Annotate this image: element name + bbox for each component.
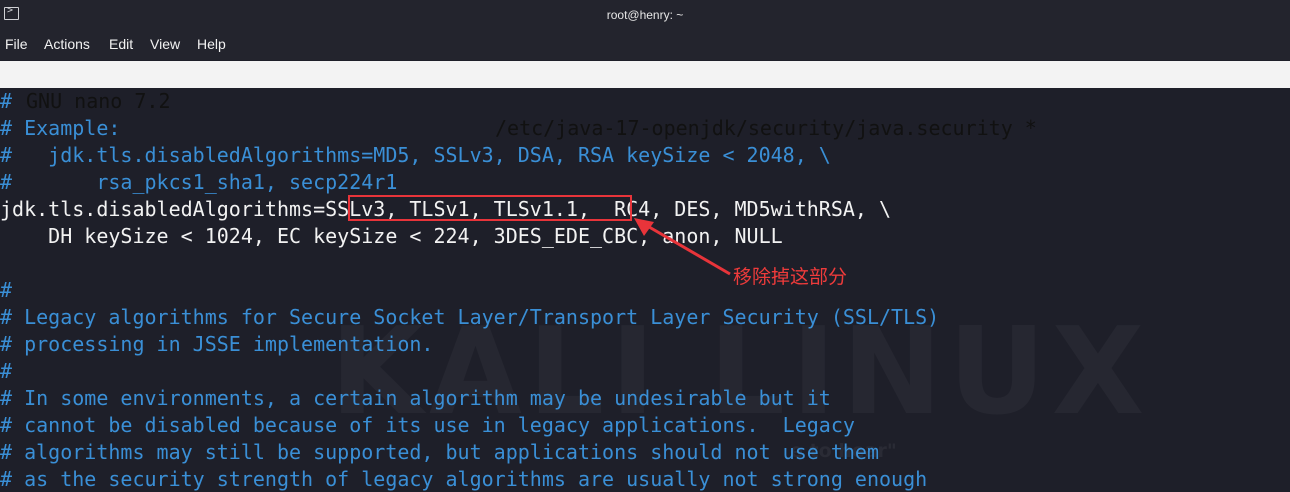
menu-actions[interactable]: Actions [44,36,90,52]
nano-header: GNU nano 7.2 /etc/java-17-openjdk/securi… [0,61,1290,140]
title-bar: > root@henry: ~ [0,0,1290,34]
window-title: root@henry: ~ [606,8,684,22]
editor-line: # algorithms may still be supported, but… [0,440,879,464]
editor-line: # [0,359,13,383]
menu-help[interactable]: Help [197,36,226,52]
menu-view[interactable]: View [150,36,180,52]
annotation-label: 移除掉这部分 [733,266,848,288]
editor-line: # [0,89,13,113]
highlight-box [348,195,632,221]
menu-file[interactable]: File [5,36,28,52]
editor-line: # In some environments, a certain algori… [0,386,831,410]
editor-line: # cannot be disabled because of its use … [0,413,855,437]
menu-bar: File Actions Edit View Help [0,33,1290,60]
editor-area[interactable]: KALI LINUX e to hear" # # Example: # jdk… [0,88,1290,492]
editor-line: # processing in JSSE implementation. [0,332,434,356]
editor-line: # rsa_pkcs1_sha1, secp224r1 [0,170,398,194]
editor-line: # Legacy algorithms for Secure Socket La… [0,305,940,329]
editor-line: # jdk.tls.disabledAlgorithms=MD5, SSLv3,… [0,143,831,167]
editor-line: # [0,278,13,302]
menu-edit[interactable]: Edit [109,36,133,52]
annotation-arrow-icon [634,218,731,276]
editor-line: # Example: [0,116,121,140]
editor-line: # as the security strength of legacy alg… [0,467,928,491]
